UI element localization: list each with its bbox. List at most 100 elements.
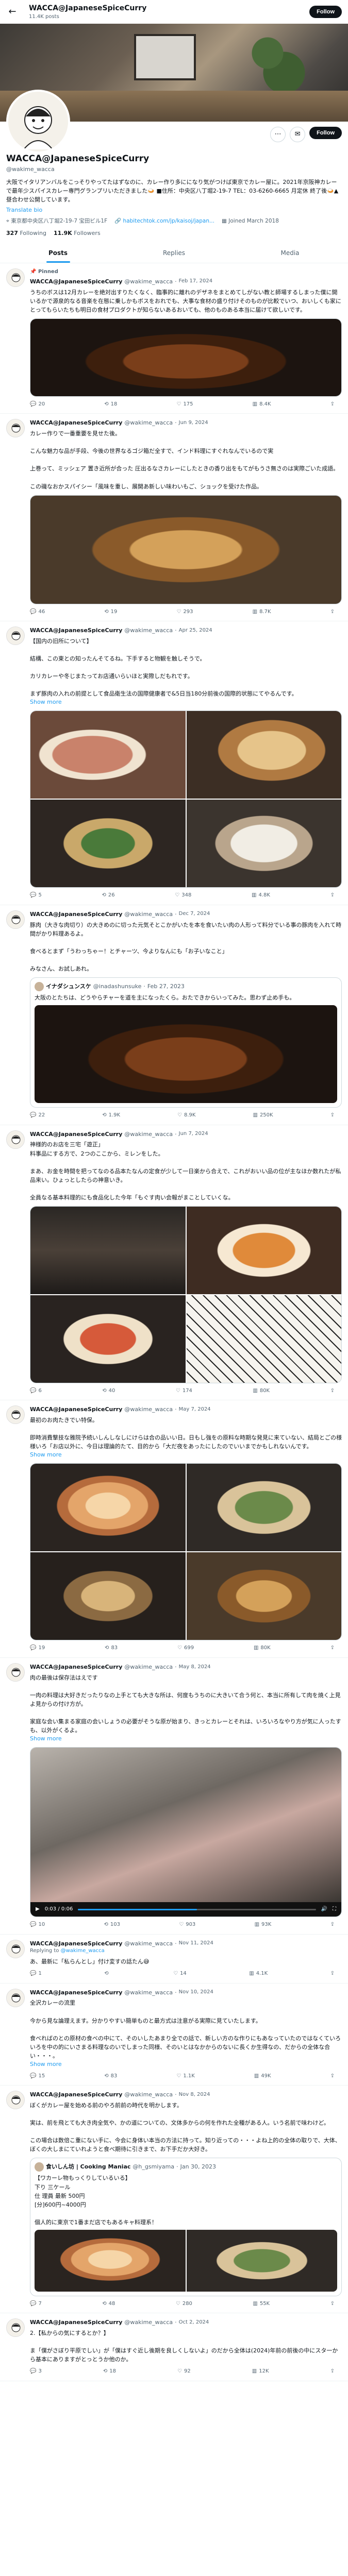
post[interactable]: WACCA@JapaneseSpiceCurry @wakime_wacca · De… [0,905,348,1125]
like-button[interactable]: ♡ 92 [177,2368,191,2376]
share-button[interactable]: ⇪ [330,2073,335,2080]
post[interactable]: WACCA@JapaneseSpiceCurry @wakime_wacca · Oc… [0,2313,348,2381]
reply-button[interactable]: 💬 1 [30,1970,42,1978]
share-button[interactable]: ⇪ [330,1645,335,1652]
repost-button[interactable]: ⟲ 18 [103,2368,116,2376]
post-image[interactable] [30,1464,186,1552]
views-count[interactable]: ▥ 80K [254,1645,271,1652]
post-avatar[interactable] [6,2318,25,2337]
quoted-post[interactable]: 食いしん坊 | Cooking Maniac @h_gsmiyama · Jan 30… [30,2158,342,2296]
views-count[interactable]: ▥ 55K [253,2300,270,2308]
website-link[interactable]: habitechtok.com/jp/kaisoj/japan... [123,218,214,224]
video-progress[interactable] [78,1908,316,1910]
repost-button[interactable]: ⟲ 103 [104,1921,120,1929]
reply-button[interactable]: 💬 5 [30,892,42,900]
post-date[interactable]: Nov 10, 2024 [179,1989,213,1996]
views-count[interactable]: ▥ 80K [253,1387,270,1395]
reply-button[interactable]: 💬 10 [30,1921,45,1929]
quote-image[interactable] [35,2229,186,2292]
views-count[interactable]: ▥ 93K [255,1921,272,1929]
post[interactable]: WACCA@JapaneseSpiceCurry @wakime_wacca · No… [0,2086,348,2314]
header-follow-button[interactable]: Follow [309,6,342,18]
post-avatar[interactable] [6,1130,25,1149]
reply-button[interactable]: 💬 15 [30,2073,45,2080]
like-button[interactable]: ♡ 280 [176,2300,192,2308]
repost-button[interactable]: ⟲ 83 [104,2073,117,2080]
reply-button[interactable]: 💬 22 [30,1112,45,1120]
post-image[interactable] [186,800,341,888]
repost-button[interactable]: ⟲ 1.9K [102,1112,120,1120]
views-count[interactable]: ▥ 4.1K [249,1970,268,1978]
repost-button[interactable]: ⟲ 19 [104,608,117,616]
post[interactable]: WACCA@JapaneseSpiceCurry @wakime_wacca · Ma… [0,1658,348,1935]
post-author-name[interactable]: WACCA@JapaneseSpiceCurry [30,1940,122,1948]
post-avatar[interactable] [6,910,25,929]
share-button[interactable]: ⇪ [330,401,335,409]
post-avatar[interactable] [6,419,25,438]
views-count[interactable]: ▥ 8.7K [253,608,271,616]
share-button[interactable]: ⇪ [330,1387,335,1395]
post-date[interactable]: Jun 7, 2024 [179,1130,208,1138]
follow-button[interactable]: Follow [309,127,342,139]
following-count[interactable]: 327 Following [6,229,46,238]
reply-button[interactable]: 💬 19 [30,1645,45,1652]
quoted-post[interactable]: イナダシュンスケ @inadashunsuke · Feb 27, 2023 大阪のとた… [30,977,342,1108]
like-button[interactable]: ♡ 174 [176,1387,192,1395]
post-author-name[interactable]: WACCA@JapaneseSpiceCurry [30,2091,122,2099]
share-button[interactable]: ⇪ [330,2300,335,2308]
tab-posts[interactable]: Posts [0,243,116,263]
share-button[interactable]: ⇪ [330,892,335,900]
reply-button[interactable]: 💬 6 [30,1387,42,1395]
show-more-link[interactable]: Show more [30,1451,342,1459]
views-count[interactable]: ▥ 8.4K [253,401,271,409]
translate-bio-link[interactable]: Translate bio [6,206,342,214]
post[interactable]: 📌 Pinned WACCA@JapaneseSpiceCurry @wakime_… [0,263,348,414]
views-count[interactable]: ▥ 250K [253,1112,273,1120]
replying-to-handle[interactable]: @wakime_wacca [61,1948,105,1954]
play-icon[interactable]: ▶ [36,1906,40,1913]
like-button[interactable]: ♡ 903 [179,1921,195,1929]
followers-count[interactable]: 11.9K Followers [54,229,101,238]
repost-button[interactable]: ⟲ 40 [102,1387,115,1395]
views-count[interactable]: ▥ 12K [252,2368,269,2376]
post[interactable]: WACCA@JapaneseSpiceCurry @wakime_wacca · Ma… [0,1400,348,1658]
like-button[interactable]: ♡ 348 [175,892,191,900]
post-author-name[interactable]: WACCA@JapaneseSpiceCurry [30,626,122,635]
post-avatar[interactable] [6,268,25,287]
repost-button[interactable]: ⟲ 48 [102,2300,115,2308]
post-image[interactable] [186,1552,341,1640]
post-author-name[interactable]: WACCA@JapaneseSpiceCurry [30,1663,122,1671]
share-button[interactable]: ⇪ [330,1112,335,1120]
repost-button[interactable]: ⟲ 18 [104,401,117,409]
post-image[interactable] [186,711,341,799]
post-image[interactable] [186,1464,341,1552]
post[interactable]: WACCA@JapaneseSpiceCurry @wakime_wacca · Ju… [0,1125,348,1401]
like-button[interactable]: ♡ 293 [176,608,193,616]
reply-button[interactable]: 💬 7 [30,2300,42,2308]
back-arrow-icon[interactable]: ← [6,5,19,19]
post-avatar[interactable] [6,626,25,646]
post[interactable]: WACCA@JapaneseSpiceCurry @wakime_wacca · No… [0,1935,348,1984]
quote-image[interactable] [35,1005,337,1104]
post-image[interactable] [30,800,186,888]
post-date[interactable]: Jun 9, 2024 [179,419,208,427]
post-image[interactable] [30,318,341,396]
post-date[interactable]: Nov 8, 2024 [179,2091,210,2099]
post-author-name[interactable]: WACCA@JapaneseSpiceCurry [30,1405,122,1414]
views-count[interactable]: ▥ 49K [254,2073,271,2080]
post-date[interactable]: Feb 17, 2024 [179,278,212,285]
post-avatar[interactable] [6,1405,25,1425]
show-more-link[interactable]: Show more [30,698,342,706]
repost-button[interactable]: ⟲ 26 [102,892,114,900]
post-date[interactable]: May 8, 2024 [179,1664,211,1671]
reply-button[interactable]: 💬 20 [30,401,45,409]
post-author-name[interactable]: WACCA@JapaneseSpiceCurry [30,1989,122,1997]
post-video[interactable] [30,1748,341,1903]
post-image[interactable] [30,1552,186,1640]
more-options-icon[interactable]: ⋯ [270,127,286,142]
show-more-link[interactable]: Show more [30,1735,342,1743]
profile-avatar[interactable] [6,90,70,154]
post-avatar[interactable] [6,1939,25,1958]
like-button[interactable]: ♡ 8.9K [177,1112,195,1120]
post-author-name[interactable]: WACCA@JapaneseSpiceCurry [30,2318,122,2327]
